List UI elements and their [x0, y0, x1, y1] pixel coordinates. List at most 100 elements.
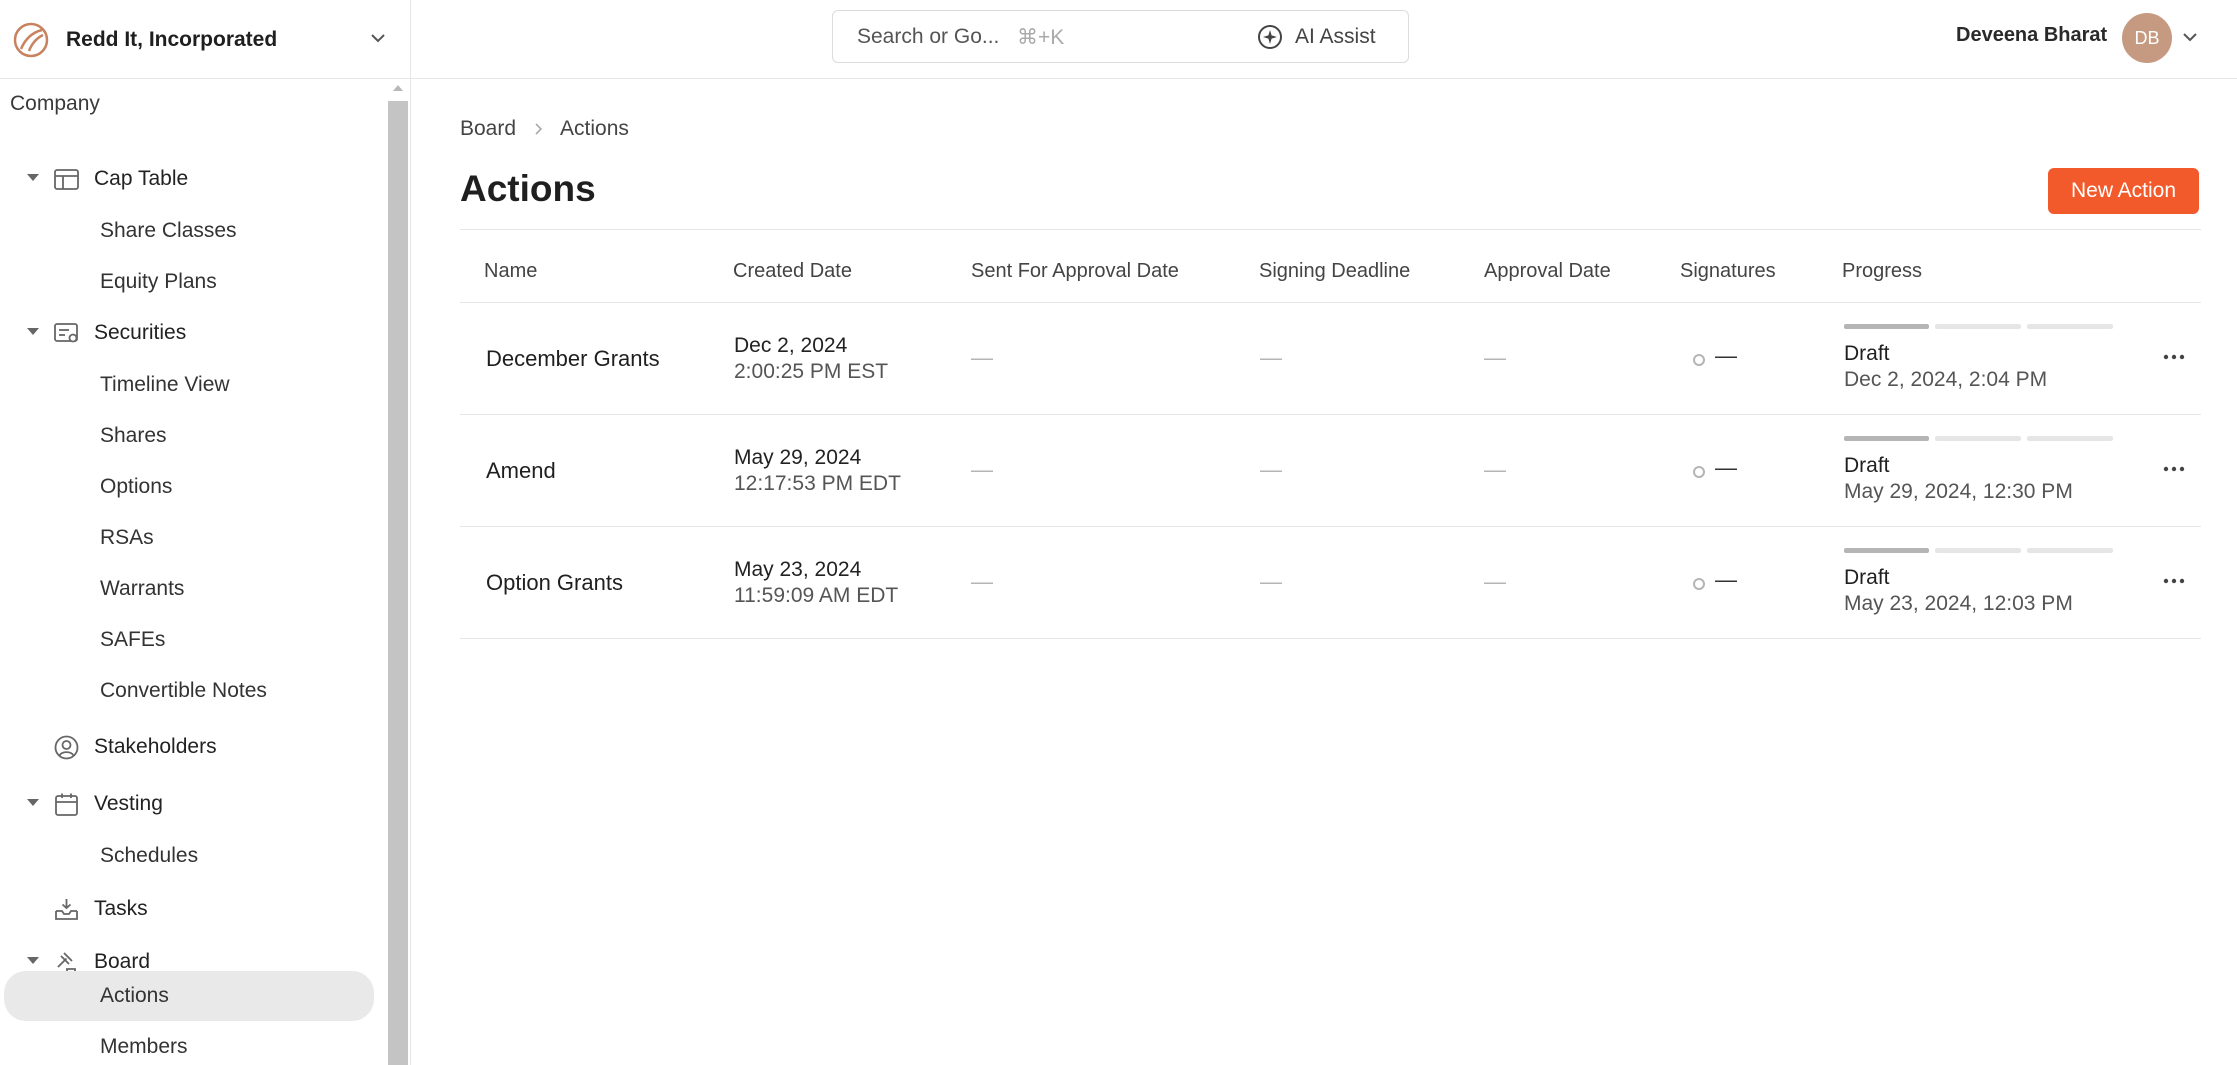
column-header-signatures[interactable]: Signatures — [1680, 260, 1776, 283]
created-time: 12:17:53 PM EDT — [734, 472, 901, 495]
avatar-initials: DB — [2134, 27, 2160, 48]
sidebar-item-convertible-notes[interactable]: Convertible Notes — [0, 669, 388, 713]
progress-date: May 23, 2024, 12:03 PM — [1844, 592, 2073, 615]
column-header-sent-for-approval[interactable]: Sent For Approval Date — [971, 260, 1179, 283]
sidebar-item-shares[interactable]: Shares — [0, 414, 388, 458]
sidebar-item-label: Share Classes — [100, 219, 237, 242]
sidebar-item-tasks[interactable]: Tasks — [0, 887, 388, 931]
caret-down-icon[interactable] — [27, 957, 39, 964]
progress-step-pending — [1935, 324, 2021, 329]
new-action-button[interactable]: New Action — [2048, 168, 2199, 214]
sidebar-item-label: Shares — [100, 424, 167, 447]
signatures-value: — — [1715, 455, 1737, 480]
sidebar-item-warrants[interactable]: Warrants — [0, 567, 388, 611]
more-options-icon[interactable] — [2158, 341, 2190, 373]
created-date: May 29, 2024 — [734, 446, 862, 469]
column-header-progress[interactable]: Progress — [1842, 260, 1922, 283]
sent-for-approval-value: — — [971, 569, 993, 594]
chevron-down-icon — [371, 34, 385, 43]
sidebar-item-label: Convertible Notes — [100, 679, 267, 702]
avatar[interactable]: DB — [2122, 13, 2172, 63]
sent-for-approval-value: — — [971, 345, 993, 370]
sidebar-item-label: Warrants — [100, 577, 185, 600]
search-shortcut-hint: ⌘+K — [1017, 26, 1065, 49]
progress-status: Draft — [1844, 454, 1890, 477]
progress-status: Draft — [1844, 342, 1890, 365]
column-header-approval-date[interactable]: Approval Date — [1484, 260, 1611, 283]
sidebar-section-label: Company — [10, 92, 100, 115]
more-options-icon[interactable] — [2158, 565, 2190, 597]
sidebar-item-label: Timeline View — [100, 373, 230, 396]
chevron-down-icon[interactable] — [2180, 27, 2200, 47]
sidebar-item-label: Schedules — [100, 844, 199, 867]
sidebar-item-label: Members — [100, 1035, 188, 1058]
calendar-icon — [55, 793, 78, 816]
sidebar-item-options[interactable]: Options — [0, 465, 388, 509]
sidebar-item-label: Actions — [100, 984, 169, 1007]
approval-date-value: — — [1484, 457, 1506, 482]
sidebar: Company Cap Table Share Classes Equity P… — [0, 79, 411, 1065]
column-header-created-date[interactable]: Created Date — [733, 260, 852, 283]
caret-down-icon[interactable] — [27, 174, 39, 181]
sidebar-item-vesting[interactable]: Vesting — [0, 782, 388, 826]
action-name[interactable]: Option Grants — [486, 570, 623, 596]
sidebar-item-timeline-view[interactable]: Timeline View — [0, 363, 388, 407]
actions-table: Name Created Date Sent For Approval Date… — [460, 229, 2201, 639]
sidebar-item-label: SAFEs — [100, 628, 166, 651]
sidebar-item-rsas[interactable]: RSAs — [0, 516, 388, 560]
sidebar-item-members[interactable]: Members — [0, 1025, 388, 1065]
company-switcher[interactable]: Redd It, Incorporated — [0, 0, 411, 79]
created-date: Dec 2, 2024 — [734, 334, 848, 357]
sidebar-item-schedules[interactable]: Schedules — [0, 834, 388, 878]
action-name[interactable]: Amend — [486, 458, 556, 484]
action-name[interactable]: December Grants — [486, 346, 660, 372]
table-row[interactable]: Amend May 29, 2024 12:17:53 PM EDT — — —… — [460, 415, 2201, 527]
sidebar-item-equity-plans[interactable]: Equity Plans — [0, 260, 388, 304]
sidebar-scrollbar[interactable] — [388, 79, 408, 1065]
progress-step-pending — [2027, 436, 2113, 441]
search-placeholder: Search or Go... — [857, 25, 1000, 48]
sidebar-item-share-classes[interactable]: Share Classes — [0, 209, 388, 253]
signing-deadline-value: — — [1260, 345, 1282, 370]
user-circle-icon — [54, 735, 79, 760]
progress-step-pending — [1935, 548, 2021, 553]
breadcrumb: Board Actions — [460, 117, 629, 141]
sidebar-item-label: Options — [100, 475, 173, 498]
ai-assist-button[interactable]: AI Assist — [1257, 21, 1376, 53]
chevron-right-icon — [535, 123, 543, 135]
approval-date-value: — — [1484, 569, 1506, 594]
sidebar-item-stakeholders[interactable]: Stakeholders — [0, 725, 388, 769]
created-date: May 23, 2024 — [734, 558, 862, 581]
breadcrumb-current: Actions — [560, 117, 629, 140]
created-time: 11:59:09 AM EDT — [734, 584, 899, 607]
ai-assist-label: AI Assist — [1295, 25, 1376, 48]
column-header-name[interactable]: Name — [484, 260, 537, 283]
sidebar-item-cap-table[interactable]: Cap Table — [0, 157, 388, 201]
caret-down-icon[interactable] — [27, 328, 39, 335]
progress-step-pending — [2027, 324, 2113, 329]
table-row[interactable]: December Grants Dec 2, 2024 2:00:25 PM E… — [460, 303, 2201, 415]
scroll-up-arrow-icon[interactable] — [393, 85, 403, 91]
sidebar-item-securities[interactable]: Securities — [0, 311, 388, 355]
table-row[interactable]: Option Grants May 23, 2024 11:59:09 AM E… — [460, 527, 2201, 639]
top-bar: Redd It, Incorporated Search or Go... ⌘+… — [0, 0, 2237, 79]
sidebar-item-label: RSAs — [100, 526, 154, 549]
column-header-signing-deadline[interactable]: Signing Deadline — [1259, 260, 1410, 283]
search-input[interactable]: Search or Go... ⌘+K AI Assist — [832, 10, 1409, 63]
progress-step-done — [1844, 324, 1929, 329]
approval-date-value: — — [1484, 345, 1506, 370]
sparkle-icon — [1258, 25, 1282, 49]
signatures-value: — — [1715, 343, 1737, 368]
sidebar-item-label: Securities — [94, 321, 187, 344]
table-header: Name Created Date Sent For Approval Date… — [460, 229, 2201, 303]
sidebar-item-safes[interactable]: SAFEs — [0, 618, 388, 662]
table-icon — [54, 169, 79, 190]
sidebar-item-actions[interactable]: Actions — [4, 971, 374, 1021]
scrollbar-thumb[interactable] — [388, 101, 408, 1065]
progress-date: Dec 2, 2024, 2:04 PM — [1844, 368, 2048, 391]
caret-down-icon[interactable] — [27, 799, 39, 806]
sidebar-item-label: Tasks — [94, 897, 148, 920]
more-options-icon[interactable] — [2158, 453, 2190, 485]
breadcrumb-board-link[interactable]: Board — [460, 117, 516, 141]
progress-step-done — [1844, 436, 1929, 441]
